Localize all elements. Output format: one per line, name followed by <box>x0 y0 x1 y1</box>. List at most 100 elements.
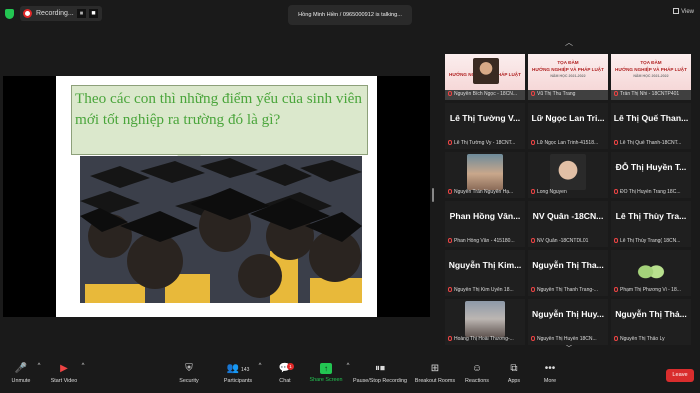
view-button[interactable]: View <box>673 8 694 15</box>
participant-tile[interactable]: Nguyễn Thị Tha... Nguyễn Thị Thanh Trang… <box>528 250 608 296</box>
apps-label: Apps <box>507 378 521 384</box>
muted-mic-icon <box>448 336 452 341</box>
poster-subtitle: HƯỚNG NGHIỆP VÀ PHÁP LUẬT <box>532 67 604 72</box>
muted-mic-icon <box>448 287 452 292</box>
participant-tile[interactable]: Long Nguyen <box>528 152 608 198</box>
security-button[interactable]: ⛨ Security <box>175 363 203 384</box>
participant-name: NV Quân -18CNTDL01 <box>531 238 608 244</box>
poster-subtitle: HƯỚNG NGHIỆP VÀ PHÁP LUẬT <box>615 67 687 72</box>
share-screen-icon: ↑ <box>320 363 332 374</box>
breakout-rooms-label: Breakout Rooms <box>414 378 456 384</box>
encryption-shield-icon[interactable] <box>5 9 14 19</box>
chat-button[interactable]: 💬 1 Chat <box>274 363 296 384</box>
pause-recording-icon[interactable]: ⏸ <box>77 9 86 18</box>
graduation-photo <box>80 156 362 303</box>
shared-slide: Theo các con thì những điểm yếu của sinh… <box>56 76 377 317</box>
participant-tile[interactable]: Phạm Thị Phương Vi - 18... <box>611 250 691 296</box>
apps-button[interactable]: ⧉ Apps <box>502 363 526 384</box>
participants-options-caret-icon[interactable]: ^ <box>256 363 264 369</box>
participant-name: Nguyễn Bích Ngọc - 18CN... <box>448 91 525 97</box>
more-dots-icon: ••• <box>544 363 556 374</box>
participants-count: 143 <box>241 367 250 373</box>
participant-name: Phạm Thị Phương Vi - 18... <box>614 287 691 293</box>
breakout-rooms-button[interactable]: ⊞ Breakout Rooms <box>413 363 457 384</box>
reactions-button[interactable]: ☺ Reactions <box>462 363 492 384</box>
plant-avatar-image <box>633 252 669 288</box>
security-label: Security <box>179 378 199 384</box>
participant-display-name: Lữ Ngọc Lan Tri... <box>531 113 605 123</box>
chat-unread-badge: 1 <box>287 363 294 370</box>
participant-tile[interactable]: Lê Thị Tường V... Lê Thị Tường Vy - 18CN… <box>445 103 525 149</box>
participant-tile[interactable]: TỌA ĐÀM HƯỚNG NGHIỆP VÀ PHÁP LUẬT Nguyễn… <box>445 54 525 100</box>
grid-view-icon <box>673 8 680 14</box>
gallery-page-up-icon[interactable]: ︿ <box>560 38 578 48</box>
participant-display-name: Nguyễn Thị Huy... <box>532 309 604 319</box>
muted-mic-icon <box>531 336 535 341</box>
participant-display-name: Lê Thị Quế Than... <box>613 113 689 123</box>
participant-name: Lê Thị Quế Thanh-18CNT... <box>614 140 691 146</box>
pause-stop-recording-button[interactable]: ⏸⏹ Pause/Stop Recording <box>351 363 409 384</box>
participant-tile[interactable]: Nguyễn Thị Thả... Nguyễn Thị Thảo Ly <box>611 299 691 345</box>
participant-name: ĐỖ Thị Huyền Trang 18C... <box>614 189 691 195</box>
participant-name: Lê Thị Tường Vy - 18CNT... <box>448 140 525 146</box>
slide-question-text: Theo các con thì những điểm yếu của sinh… <box>75 90 363 128</box>
participant-tile[interactable]: Lê Thị Quế Than... Lê Thị Quế Thanh-18CN… <box>611 103 691 149</box>
stop-recording-icon[interactable]: ■ <box>89 9 98 18</box>
participant-tile[interactable]: Hoàng Thị Hoài Thương-... <box>445 299 525 345</box>
meeting-top-bar: Recording... ⏸ ■ Hồng Minh Hiền / 096500… <box>0 0 700 28</box>
participant-display-name: Phan Hồng Vân... <box>449 211 521 221</box>
participant-tile[interactable]: Nguyễn Thị Huy... Nguyễn Thị Huyền 18CN.… <box>528 299 608 345</box>
muted-mic-icon <box>614 91 618 96</box>
share-screen-button[interactable]: ↑ Share Screen <box>308 363 344 383</box>
participant-tile[interactable]: Phan Hồng Vân... Phan Hồng Vân - 415180.… <box>445 201 525 247</box>
muted-mic-icon <box>614 287 618 292</box>
audio-options-caret-icon[interactable]: ^ <box>35 363 43 369</box>
apps-icon: ⧉ <box>510 363 518 374</box>
participant-video-feed <box>467 154 503 190</box>
muted-mic-icon <box>614 140 618 145</box>
participant-tile[interactable]: Nguyễn Trần Nguyên Hạ... <box>445 152 525 198</box>
more-button[interactable]: ••• More <box>538 363 562 384</box>
share-screen-label: Share Screen <box>309 377 343 383</box>
question-bubble: Theo các con thì những điểm yếu của sinh… <box>71 85 368 155</box>
participant-tile[interactable]: Lê Thị Thùy Tra... Lê Thị Thùy Trang( 18… <box>611 201 691 247</box>
participant-name: Vũ Thị Thu Trang <box>531 91 608 97</box>
participant-name: Nguyễn Thị Kim Uyên 18... <box>448 287 525 293</box>
participant-display-name: Nguyễn Thị Tha... <box>532 260 604 270</box>
participant-tile[interactable]: Nguyễn Thị Kim... Nguyễn Thị Kim Uyên 18… <box>445 250 525 296</box>
panel-resize-handle[interactable] <box>432 188 434 202</box>
breakout-rooms-icon: ⊞ <box>430 363 440 374</box>
recording-dot-icon <box>23 9 32 18</box>
participant-display-name: Nguyễn Thị Thả... <box>615 309 687 319</box>
participant-display-name: NV Quân -18CN... <box>532 211 604 221</box>
muted-mic-icon <box>531 91 535 96</box>
participant-video-feed <box>465 301 505 337</box>
participant-tile[interactable]: Lữ Ngọc Lan Tri... Lữ Ngọc Lan Trinh-415… <box>528 103 608 149</box>
participant-name: Nguyễn Trần Nguyên Hạ... <box>448 189 525 195</box>
video-options-caret-icon[interactable]: ^ <box>79 363 87 369</box>
participant-tile[interactable]: TỌA ĐÀM HƯỚNG NGHIỆP VÀ PHÁP LUẬT NĂM HỌ… <box>528 54 608 100</box>
muted-mic-icon <box>531 287 535 292</box>
recording-indicator: Recording... ⏸ ■ <box>20 6 102 21</box>
unmute-button[interactable]: 🎤 Unmute <box>8 363 34 384</box>
poster-title: TỌA ĐÀM <box>557 60 579 65</box>
participant-name: Nguyễn Thị Thảo Ly <box>614 336 691 342</box>
participant-name: Trần Thị Nhi - 18CNTP401 <box>614 91 691 97</box>
start-video-button[interactable]: ▶ Start Video <box>48 363 80 384</box>
start-video-label: Start Video <box>50 378 78 384</box>
muted-mic-icon <box>448 140 452 145</box>
participant-tile[interactable]: ĐỖ Thị Huyền T... ĐỖ Thị Huyền Trang 18C… <box>611 152 691 198</box>
participant-name: Hoàng Thị Hoài Thương-... <box>448 336 525 342</box>
security-shield-icon: ⛨ <box>185 363 193 374</box>
poster-year: NĂM HỌC 2021-2022 <box>550 74 586 78</box>
participant-tile[interactable]: NV Quân -18CN... NV Quân -18CNTDL01 <box>528 201 608 247</box>
meeting-toolbar: 🎤 Unmute ^ ▶ Start Video ^ ⛨ Security 👥 1… <box>0 360 700 393</box>
participant-name: Lữ Ngọc Lan Trinh-41518... <box>531 140 608 146</box>
participant-tile[interactable]: TỌA ĐÀM HƯỚNG NGHIỆP VÀ PHÁP LUẬT NĂM HỌ… <box>611 54 691 100</box>
participants-button[interactable]: 👥 143 Participants <box>220 363 256 384</box>
participant-name: Long Nguyen <box>531 189 608 195</box>
participant-video-feed <box>550 154 586 190</box>
muted-mic-icon <box>614 189 618 194</box>
leave-button[interactable]: Leave <box>666 369 694 382</box>
gallery-page-down-icon[interactable]: ﹀ <box>560 344 578 354</box>
